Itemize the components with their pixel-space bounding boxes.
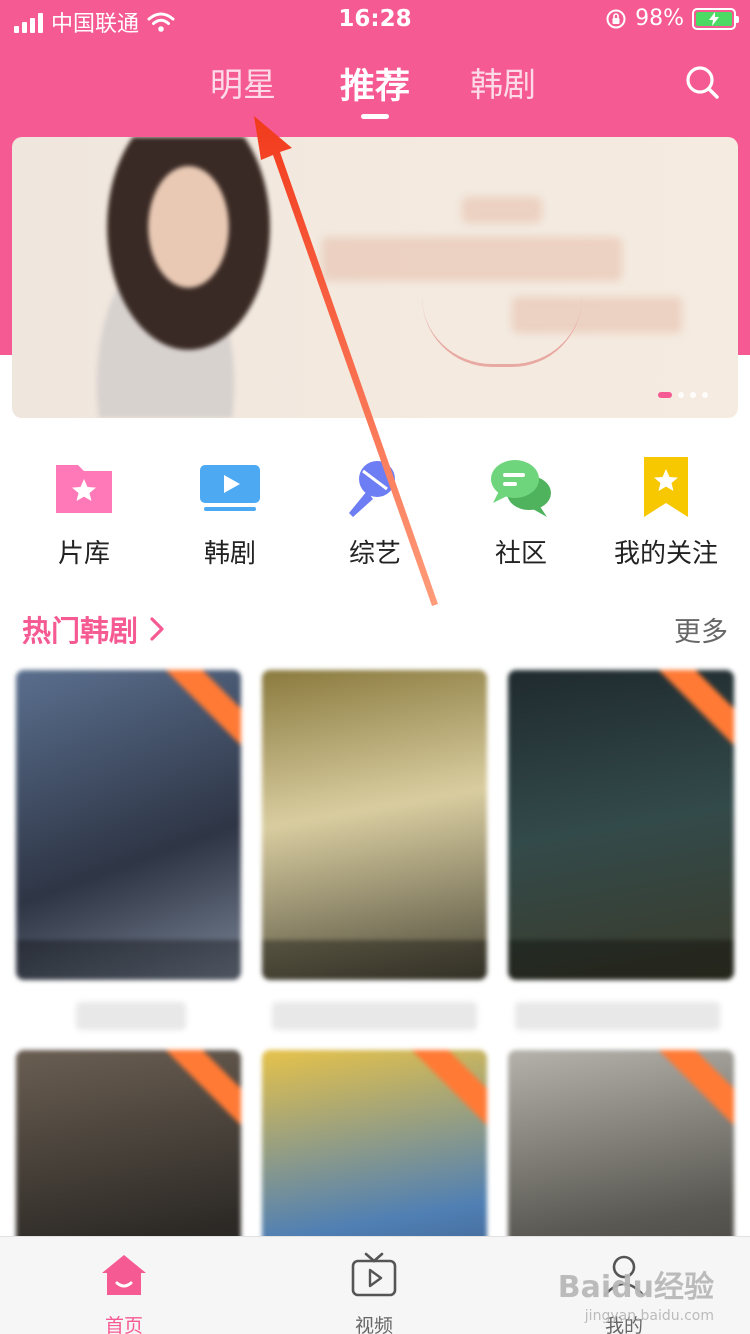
hot-kdrama-title[interactable]: 热门韩剧 — [22, 608, 166, 650]
tab-label: 视频 — [354, 1315, 393, 1334]
carousel-dot — [702, 392, 708, 398]
search-icon[interactable] — [682, 62, 722, 102]
tab-video[interactable]: 视频 — [314, 1251, 434, 1334]
category-kdrama[interactable]: 韩剧 — [165, 455, 295, 570]
charging-bolt-icon — [709, 11, 719, 26]
drama-poster[interactable] — [262, 670, 487, 980]
section-title-text: 热门韩剧 — [22, 614, 139, 648]
category-label: 社区 — [494, 539, 547, 569]
carousel-dot — [690, 392, 696, 398]
rotation-lock-icon — [606, 9, 626, 28]
drama-poster[interactable] — [16, 670, 241, 980]
poster-ribbon — [405, 1050, 487, 1129]
banner-blurred-text — [462, 197, 542, 223]
tab-label: 首页 — [104, 1315, 143, 1334]
drama-poster[interactable] — [508, 670, 734, 980]
watermark-url: jingyan.baidu.com — [584, 1308, 714, 1324]
tv-play-icon — [351, 1252, 397, 1297]
chat-bubbles-icon — [491, 460, 551, 517]
poster-shade — [262, 940, 487, 980]
chevron-right-icon — [150, 617, 164, 641]
poster-ribbon — [159, 1050, 241, 1129]
watermark-brand: Baidu经验 — [557, 1270, 714, 1305]
status-bar: 中国联通 16:28 98% — [0, 0, 750, 40]
more-link[interactable]: 更多 — [674, 610, 728, 649]
poster-ribbon — [159, 670, 241, 749]
carousel-dot — [658, 392, 672, 398]
category-label: 综艺 — [348, 539, 401, 569]
category-film-library[interactable]: 片库 — [19, 455, 149, 570]
banner-blurred-text — [322, 237, 622, 281]
poster-caption — [272, 1002, 477, 1030]
banner-decoration — [422, 297, 582, 367]
tab-kdrama[interactable]: 韩剧 — [470, 58, 536, 106]
category-my-follows[interactable]: 我的关注 — [601, 455, 731, 570]
category-label: 我的关注 — [613, 539, 718, 569]
active-tab-indicator — [361, 114, 389, 119]
microphone-icon — [349, 461, 395, 517]
category-label: 韩剧 — [203, 539, 256, 569]
carousel-dots — [658, 392, 708, 398]
banner-carousel[interactable] — [12, 137, 738, 418]
poster-ribbon — [652, 1050, 734, 1129]
poster-shade — [16, 940, 241, 980]
battery-icon — [692, 7, 739, 30]
tab-stars[interactable]: 明星 — [210, 58, 276, 106]
banner-image — [62, 137, 292, 418]
carousel-dot — [678, 392, 684, 398]
tab-recommend[interactable]: 推荐 — [340, 58, 410, 109]
top-nav: 明星 推荐 韩剧 — [0, 58, 750, 120]
tv-play-icon — [200, 465, 260, 511]
poster-ribbon — [652, 670, 734, 749]
category-label: 片库 — [57, 539, 110, 569]
poster-caption — [76, 1002, 186, 1030]
poster-caption — [515, 1002, 720, 1030]
battery-percentage: 98% — [635, 6, 684, 31]
poster-shade — [508, 940, 734, 980]
folder-star-icon — [56, 465, 112, 513]
bookmark-star-icon — [644, 457, 688, 517]
tab-home[interactable]: 首页 — [64, 1251, 184, 1334]
baidu-jingyan-watermark: Baidu经验 jingyan.baidu.com — [558, 1262, 714, 1324]
category-community[interactable]: 社区 — [456, 455, 586, 570]
home-icon — [102, 1255, 146, 1295]
category-variety[interactable]: 综艺 — [310, 455, 440, 570]
